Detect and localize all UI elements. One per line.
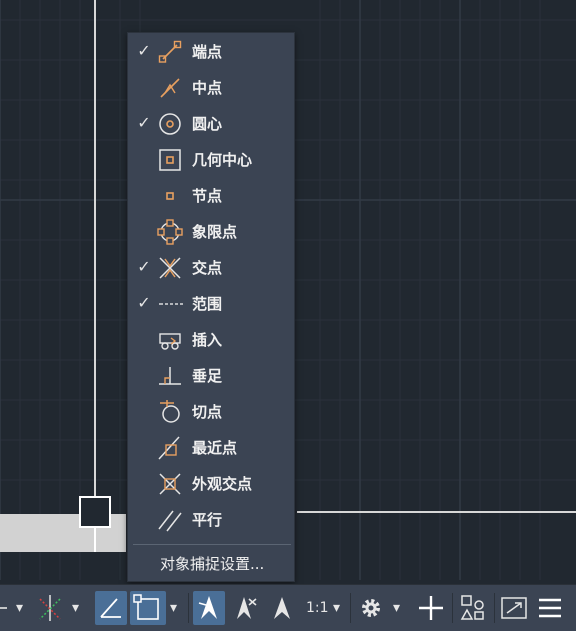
insertion-icon [159, 333, 181, 350]
object-snap-settings-label: 对象捕捉设置... [160, 555, 265, 573]
snap-item-label: 插入 [192, 331, 223, 349]
snap-item-label: 外观交点 [192, 475, 253, 493]
isolate-objects-button[interactable] [457, 591, 489, 625]
snap-item-parallel[interactable]: 平行 [128, 502, 296, 538]
scale-label[interactable]: 1:1 [306, 591, 332, 625]
extension-icon [159, 303, 183, 305]
perpendicular-icon [159, 367, 181, 385]
center-icon [159, 113, 181, 135]
workspace-settings-button[interactable] [356, 591, 386, 625]
auto-scale-icon [237, 597, 257, 619]
object-snap-menu: ✓ 端点 中点 ✓ 圆心 几何中心 节点 象限点 ✓ 交点 ✓ 范围 插入 垂足… [127, 32, 295, 582]
plus-icon [419, 596, 443, 620]
full-screen-button[interactable] [498, 591, 530, 625]
check-icon: ✓ [137, 113, 151, 132]
node-icon [166, 192, 174, 200]
nearest-icon [158, 436, 180, 460]
dropdown-arrow-icon[interactable]: ▾ [333, 591, 345, 625]
apparent-intersection-icon [159, 473, 181, 495]
snap-item-label: 范围 [192, 295, 223, 313]
tangent-icon [160, 400, 180, 423]
endpoint-icon [158, 40, 182, 63]
hamburger-menu-icon [539, 598, 561, 618]
snap-item-endpoint[interactable]: ✓ 端点 [128, 34, 296, 70]
angle-icon [100, 598, 121, 618]
snap-item-label: 切点 [192, 403, 223, 421]
polar-tracking-button[interactable] [34, 591, 66, 625]
snap-item-label: 象限点 [192, 223, 238, 241]
check-icon: ✓ [137, 41, 151, 60]
add-button[interactable] [414, 591, 448, 625]
annotation-scale-button[interactable] [266, 591, 298, 625]
status-divider [494, 593, 495, 623]
snap-item-nearest[interactable]: 最近点 [128, 430, 296, 466]
snap-item-label: 最近点 [192, 439, 238, 457]
snap-item-label: 垂足 [192, 367, 223, 385]
snap-item-geometric-center[interactable]: 几何中心 [128, 142, 296, 178]
snap-item-label: 中点 [192, 79, 223, 97]
object-snap-button[interactable] [130, 591, 166, 625]
status-bar: ▾ ▾ ▾ 1:1 ▾ ▾ [0, 584, 576, 631]
dropdown-arrow-icon[interactable]: ▾ [72, 591, 86, 625]
snap-item-intersection[interactable]: ✓ 交点 [128, 250, 296, 286]
snap-item-label: 圆心 [192, 115, 223, 133]
status-divider [188, 593, 189, 623]
annotation-scale-icon [198, 596, 217, 619]
snap-item-apparent-intersection[interactable]: 外观交点 [128, 466, 296, 502]
customization-menu-button[interactable] [534, 591, 566, 625]
status-divider [452, 593, 453, 623]
annotation-visibility-button[interactable] [193, 591, 225, 625]
snap-item-label: 端点 [192, 43, 223, 61]
polar-tracking-icon [39, 595, 61, 621]
snap-item-quadrant[interactable]: 象限点 [128, 214, 296, 250]
snap-item-center[interactable]: ✓ 圆心 [128, 106, 296, 142]
auto-scale-button[interactable] [230, 591, 262, 625]
snap-item-label: 平行 [192, 511, 223, 529]
isolate-objects-icon [460, 595, 484, 620]
snap-item-label: 节点 [192, 187, 223, 205]
partial-tool-icon [0, 607, 7, 609]
snap-item-midpoint[interactable]: 中点 [128, 70, 296, 106]
quadrant-icon [157, 219, 183, 245]
full-screen-icon [501, 597, 527, 619]
menu-divider [133, 544, 291, 545]
status-partial-button[interactable] [0, 591, 14, 625]
isodraft-button[interactable] [95, 591, 127, 625]
midpoint-icon [160, 78, 180, 98]
snap-item-node[interactable]: 节点 [128, 178, 296, 214]
geometric-center-icon [159, 149, 181, 171]
object-snap-icon [133, 594, 159, 620]
parallel-icon [158, 510, 182, 532]
snap-item-label: 交点 [192, 259, 223, 277]
dropdown-arrow-icon[interactable]: ▾ [393, 591, 407, 625]
annotation-icon [274, 597, 290, 619]
snap-item-extension[interactable]: ✓ 范围 [128, 286, 296, 322]
snap-item-perpendicular[interactable]: 垂足 [128, 358, 296, 394]
snap-item-label: 几何中心 [192, 151, 253, 169]
object-snap-settings-item[interactable]: 对象捕捉设置... [128, 549, 296, 579]
intersection-icon [159, 257, 181, 279]
gear-icon [362, 599, 380, 617]
status-divider [350, 593, 351, 623]
dropdown-arrow-icon[interactable]: ▾ [170, 591, 184, 625]
snap-item-tangent[interactable]: 切点 [128, 394, 296, 430]
dropdown-arrow-icon[interactable]: ▾ [16, 591, 30, 625]
check-icon: ✓ [137, 293, 151, 312]
check-icon: ✓ [137, 257, 151, 276]
snap-item-insertion[interactable]: 插入 [128, 322, 296, 358]
